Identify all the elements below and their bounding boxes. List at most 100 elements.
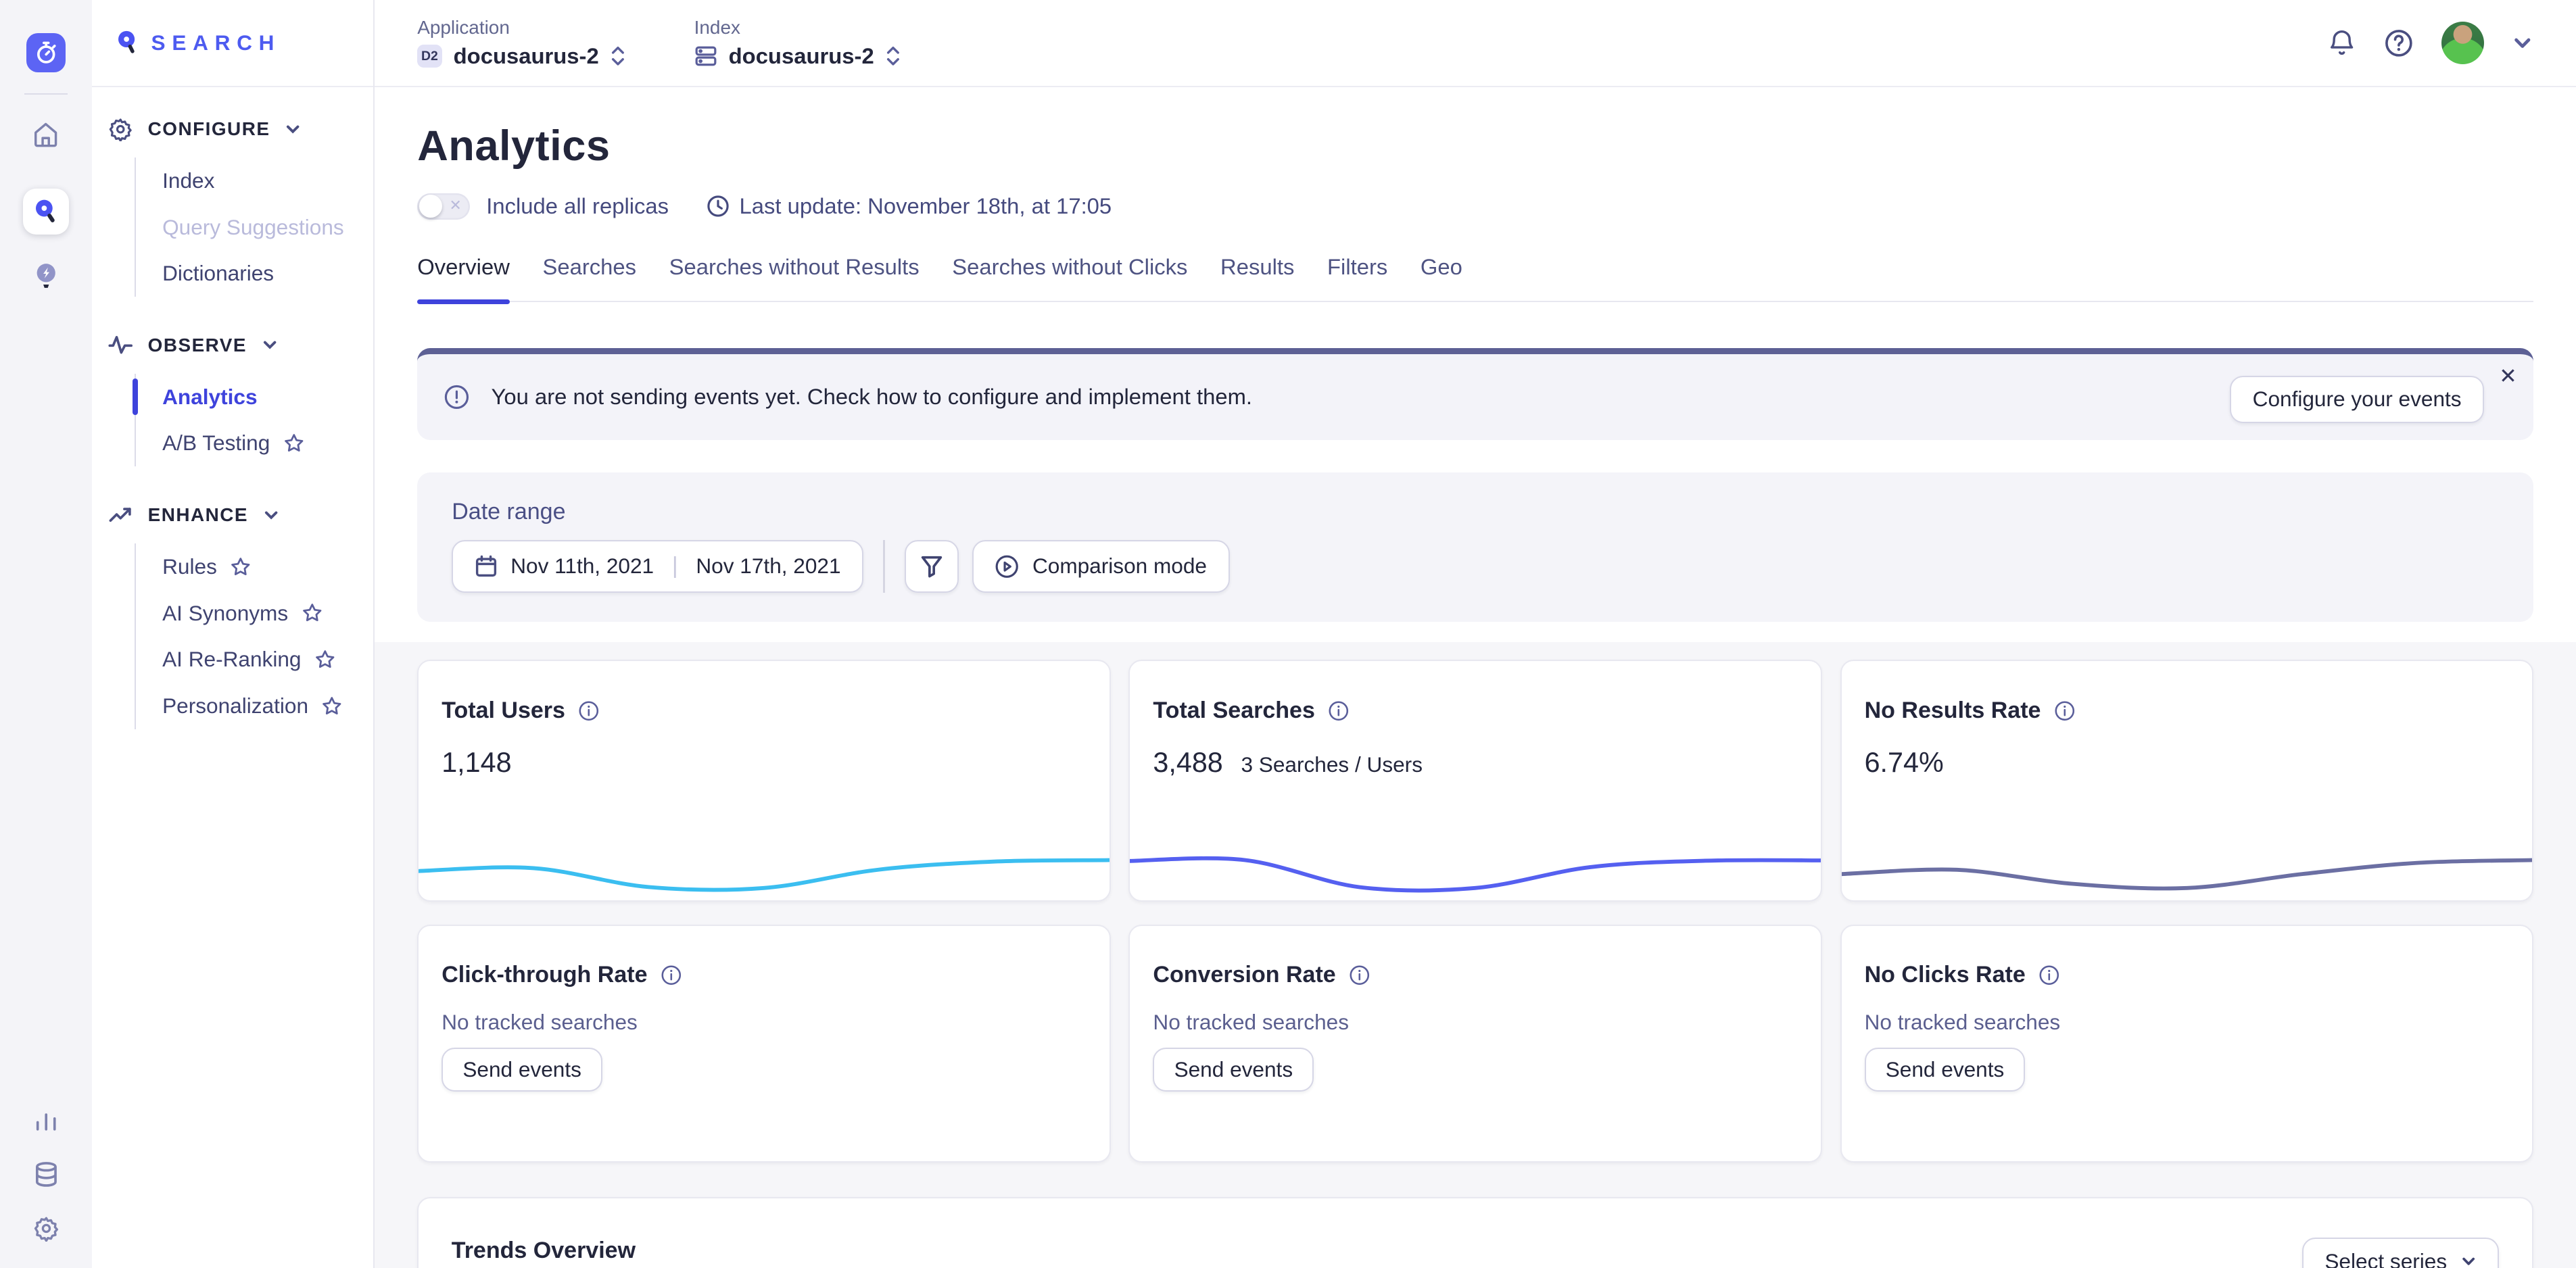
card-title: Click-through Rate [442,962,647,988]
events-banner: You are not sending events yet. Check ho… [417,348,2533,439]
include-replicas-toggle[interactable]: ✕ [417,193,470,220]
updown-stepper-icon[interactable] [611,45,625,67]
tab-searches-without-clicks[interactable]: Searches without Clicks [952,254,1187,301]
sidebar-item-index[interactable]: Index [136,157,373,204]
recommend-lightbulb-icon[interactable] [34,262,58,290]
configure-events-button[interactable]: Configure your events [2230,376,2484,423]
section-label-enhance: ENHANCE [148,504,248,526]
database-icon[interactable] [33,1161,59,1188]
item-label: Personalization [162,693,308,718]
date-range-button[interactable]: Nov 11th, 2021 | Nov 17th, 2021 [452,540,863,593]
card-value: 3,488 [1153,747,1222,779]
tab-overview[interactable]: Overview [417,254,510,301]
item-label: Dictionaries [162,261,274,286]
help-icon[interactable] [2384,28,2414,58]
search-product-icon-active[interactable] [23,189,69,235]
sidebar-item-ai-synonyms[interactable]: AI Synonyms [136,590,373,637]
item-label: Query Suggestions [162,215,344,240]
settings-gear-icon[interactable] [33,1215,59,1242]
star-icon[interactable] [302,602,323,624]
date-end: Nov 17th, 2021 [696,554,840,579]
usage-chart-icon[interactable] [34,1108,58,1133]
close-icon[interactable]: ✕ [2499,366,2517,387]
last-update: Last update: November 18th, at 17:05 [707,193,1112,219]
sidebar-item-rules[interactable]: Rules [136,543,373,590]
sidebar-item-dictionaries[interactable]: Dictionaries [136,250,373,297]
sidebar-section-enhance[interactable]: ENHANCE [108,503,373,527]
comparison-mode-button[interactable]: Comparison mode [972,540,1230,593]
info-icon[interactable] [1349,965,1370,986]
analytics-dashboard: SEARCH CONFIGURE Index Query Suggestions… [0,0,2576,1268]
index-value[interactable]: docusaurus-2 [694,43,901,69]
send-events-button[interactable]: Send events [1153,1048,1314,1092]
sidebar-item-personalization[interactable]: Personalization [136,683,373,729]
bell-icon[interactable] [2328,28,2356,58]
application-value[interactable]: D2 docusaurus-2 [417,43,625,69]
rail-divider [24,93,67,95]
sidebar-item-ai-re-ranking[interactable]: AI Re-Ranking [136,637,373,683]
filter-button[interactable] [905,540,959,593]
item-label: Analytics [162,385,257,410]
card-title: Total Searches [1153,698,1314,724]
no-results-rate-sparkline [1842,854,2532,894]
application-selector: Application D2 docusaurus-2 [417,17,625,69]
conversion-rate-card: Conversion Rate No tracked searches Send… [1128,925,1821,1163]
tab-filters[interactable]: Filters [1327,254,1387,301]
card-subtitle: 3 Searches / Users [1241,752,1423,777]
star-icon[interactable] [283,433,305,454]
item-label: AI Re-Ranking [162,647,301,672]
info-icon[interactable] [2038,965,2060,986]
send-events-button[interactable]: Send events [1865,1048,2026,1092]
top-header: Application D2 docusaurus-2 Index docusa… [375,0,2576,87]
tab-results[interactable]: Results [1220,254,1294,301]
sidebar-item-query-suggestions[interactable]: Query Suggestions [136,204,373,251]
user-avatar[interactable] [2441,22,2484,64]
select-series-button[interactable]: Select series [2302,1238,2500,1268]
activity-pulse-icon [108,333,133,357]
sidebar-item-ab-testing[interactable]: A/B Testing [136,420,373,467]
sidebar: SEARCH CONFIGURE Index Query Suggestions… [92,0,375,1268]
page-title: Analytics [417,122,2533,170]
info-icon[interactable] [578,700,600,722]
account-chevron-down-icon[interactable] [2512,32,2533,54]
star-icon[interactable] [321,696,343,717]
total-users-card: Total Users 1,148 [417,660,1110,901]
total-searches-sparkline [1130,854,1820,894]
clock-icon [707,195,730,218]
sidebar-section-configure[interactable]: CONFIGURE [108,117,373,141]
chevron-down-icon [263,507,279,523]
tab-searches-without-results[interactable]: Searches without Results [669,254,920,301]
sidebar-item-analytics[interactable]: Analytics [136,374,373,420]
banner-message: You are not sending events yet. Check ho… [492,384,1253,410]
empty-state-text: No tracked searches [442,1010,1083,1035]
play-circle-icon [995,554,1019,579]
star-icon[interactable] [314,649,336,670]
chevron-down-icon [262,337,278,353]
application-label: Application [417,17,625,39]
empty-state-text: No tracked searches [1153,1010,1794,1035]
trends-title: Trends Overview [452,1238,636,1264]
section-label-configure: CONFIGURE [148,118,270,140]
info-icon[interactable] [661,965,682,986]
send-events-button[interactable]: Send events [442,1048,602,1092]
timer-app-icon[interactable] [26,33,66,72]
home-icon[interactable] [32,121,59,149]
tab-geo[interactable]: Geo [1421,254,1462,301]
select-series-label: Select series [2324,1249,2447,1268]
search-pin-icon [115,29,139,57]
tab-searches[interactable]: Searches [542,254,636,301]
search-logo[interactable]: SEARCH [92,0,373,87]
chevron-down-icon [2460,1253,2477,1268]
sidebar-section-observe[interactable]: OBSERVE [108,333,373,357]
card-title: No Results Rate [1865,698,2041,724]
info-icon[interactable] [2054,700,2076,722]
info-icon[interactable] [1328,700,1350,722]
trends-overview-card: Trends Overview Select series [417,1197,2533,1268]
updown-stepper-icon[interactable] [886,45,901,67]
card-title: Conversion Rate [1153,962,1335,988]
card-title: No Clicks Rate [1865,962,2026,988]
star-icon[interactable] [230,556,252,578]
date-range-label: Date range [452,499,2499,525]
index-selector: Index docusaurus-2 [694,17,901,69]
card-title: Total Users [442,698,565,724]
